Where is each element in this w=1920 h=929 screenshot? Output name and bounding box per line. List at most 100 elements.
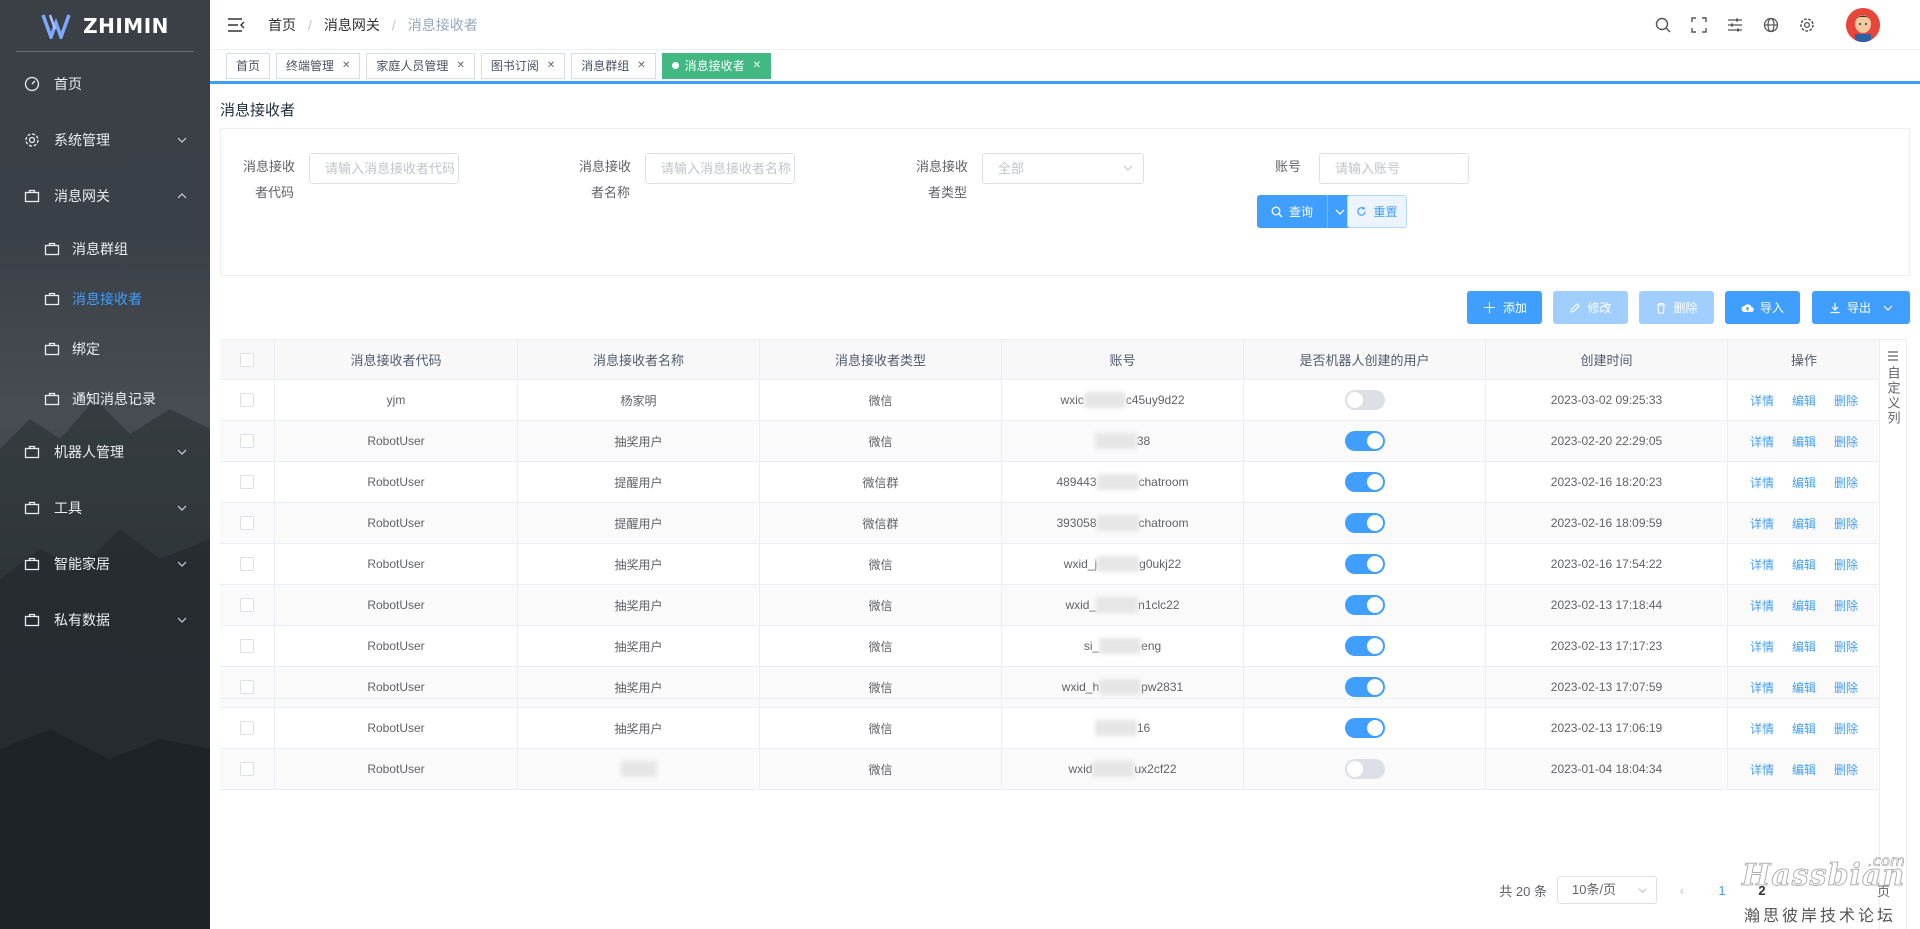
column-header[interactable]: 消息接收者类型 bbox=[760, 340, 1002, 379]
sidebar-subitem-message-group[interactable]: 消息群组 bbox=[0, 224, 210, 274]
close-icon[interactable]: ✕ bbox=[637, 60, 645, 71]
sidebar-item-smart-home[interactable]: 智能家居 bbox=[0, 536, 210, 592]
import-button[interactable]: 导入 bbox=[1725, 291, 1800, 324]
breadcrumb-item[interactable]: 消息网关 bbox=[324, 15, 380, 35]
table-row[interactable]: yjm 杨家明 微信 wxic c45uy9d22 2023-03-02 09:25… bbox=[220, 380, 1880, 421]
robot-user-switch[interactable] bbox=[1344, 513, 1385, 533]
tag-terminal-management[interactable]: 终端管理 ✕ bbox=[276, 52, 361, 79]
delete-link[interactable]: 删除 bbox=[1834, 474, 1858, 491]
add-button[interactable]: ＋ 添加 bbox=[1467, 291, 1542, 324]
delete-link[interactable]: 删除 bbox=[1834, 392, 1858, 409]
robot-user-switch[interactable] bbox=[1344, 718, 1385, 738]
search-icon[interactable] bbox=[1654, 16, 1672, 34]
table-row[interactable]: RobotUser 提醒用户 微信群 393058 chatroom 2023-02… bbox=[220, 503, 1880, 544]
row-checkbox[interactable] bbox=[240, 557, 254, 571]
column-header[interactable]: 消息接收者代码 bbox=[275, 340, 518, 379]
edit-link[interactable]: 编辑 bbox=[1792, 474, 1816, 491]
edit-link[interactable]: 编辑 bbox=[1792, 679, 1816, 696]
delete-link[interactable]: 删除 bbox=[1834, 761, 1858, 778]
close-icon[interactable]: ✕ bbox=[547, 60, 555, 71]
close-icon[interactable]: ✕ bbox=[342, 60, 350, 71]
sidebar-item-robot-management[interactable]: 机器人管理 bbox=[0, 424, 210, 480]
detail-link[interactable]: 详情 bbox=[1750, 679, 1774, 696]
edit-link[interactable]: 编辑 bbox=[1792, 638, 1816, 655]
edit-link[interactable]: 编辑 bbox=[1792, 720, 1816, 737]
row-checkbox[interactable] bbox=[240, 598, 254, 612]
table-row[interactable]: RobotUser 微信 wxid ux2cf22 2023-01-04 18:0… bbox=[220, 749, 1880, 790]
sidebar-subitem-binding[interactable]: 绑定 bbox=[0, 324, 210, 374]
robot-user-switch[interactable] bbox=[1344, 390, 1385, 410]
detail-link[interactable]: 详情 bbox=[1750, 474, 1774, 491]
detail-link[interactable]: 详情 bbox=[1750, 761, 1774, 778]
type-select[interactable]: 全部 bbox=[982, 153, 1144, 184]
sidebar-subitem-message-receiver[interactable]: 消息接收者 bbox=[0, 274, 210, 324]
tag-family-management[interactable]: 家庭人员管理 ✕ bbox=[366, 52, 475, 79]
detail-link[interactable]: 详情 bbox=[1750, 433, 1774, 450]
close-icon[interactable]: ✕ bbox=[456, 60, 464, 71]
avatar[interactable] bbox=[1846, 8, 1880, 42]
page-size-select[interactable]: 10条/页 bbox=[1556, 876, 1657, 904]
delete-link[interactable]: 删除 bbox=[1834, 679, 1858, 696]
table-row[interactable]: RobotUser 抽奖用户 微信 38 2023-02-20 22:29:05 详… bbox=[220, 421, 1880, 462]
tag-message-group[interactable]: 消息群组 ✕ bbox=[571, 52, 656, 79]
edit-link[interactable]: 编辑 bbox=[1792, 556, 1816, 573]
edit-link[interactable]: 编辑 bbox=[1792, 761, 1816, 778]
detail-link[interactable]: 详情 bbox=[1750, 556, 1774, 573]
row-checkbox[interactable] bbox=[240, 639, 254, 653]
row-checkbox[interactable] bbox=[240, 393, 254, 407]
tag-home[interactable]: 首页 bbox=[226, 52, 271, 79]
table-row[interactable]: RobotUser 抽奖用户 微信 si_ eng 2023-02-13 17:17… bbox=[220, 626, 1880, 667]
edit-button[interactable]: 修改 bbox=[1553, 291, 1628, 324]
column-header[interactable]: 账号 bbox=[1002, 340, 1244, 379]
name-input[interactable]: 请输入消息接收者名称 bbox=[645, 153, 795, 184]
reset-button[interactable]: 重置 bbox=[1347, 195, 1407, 228]
edit-link[interactable]: 编辑 bbox=[1792, 433, 1816, 450]
table-row[interactable]: RobotUser 抽奖用户 微信 wxid_h pw2831 2023-02-13… bbox=[220, 667, 1880, 708]
robot-user-switch[interactable] bbox=[1344, 472, 1385, 492]
table-row[interactable]: RobotUser 抽奖用户 微信 16 2023-02-13 17:06:19 详… bbox=[220, 708, 1880, 749]
export-button[interactable]: 导出 bbox=[1812, 291, 1910, 324]
prev-page-icon[interactable]: ‹ bbox=[1667, 883, 1697, 898]
page-number[interactable]: 1 bbox=[1707, 883, 1737, 898]
code-input[interactable]: 请输入消息接收者代码 bbox=[309, 153, 459, 184]
column-header[interactable]: 创建时间 bbox=[1486, 340, 1728, 379]
account-input[interactable]: 请输入账号 bbox=[1319, 153, 1469, 184]
robot-user-switch[interactable] bbox=[1344, 636, 1385, 656]
breadcrumb-item[interactable]: 首页 bbox=[268, 15, 296, 35]
detail-link[interactable]: 详情 bbox=[1750, 515, 1774, 532]
close-icon[interactable]: ✕ bbox=[753, 60, 761, 71]
fullscreen-icon[interactable] bbox=[1690, 16, 1708, 34]
row-checkbox[interactable] bbox=[240, 516, 254, 530]
detail-link[interactable]: 详情 bbox=[1750, 638, 1774, 655]
table-row[interactable]: RobotUser 抽奖用户 微信 wxid_j g0ukj22 2023-02-1… bbox=[220, 544, 1880, 585]
row-checkbox[interactable] bbox=[240, 680, 254, 694]
row-checkbox[interactable] bbox=[240, 762, 254, 776]
globe-icon[interactable] bbox=[1762, 16, 1780, 34]
sidebar-item-system[interactable]: 系统管理 bbox=[0, 112, 210, 168]
tag-book-subscription[interactable]: 图书订阅 ✕ bbox=[480, 52, 566, 79]
robot-user-switch[interactable] bbox=[1344, 595, 1385, 615]
row-checkbox[interactable] bbox=[240, 475, 254, 489]
detail-link[interactable]: 详情 bbox=[1750, 720, 1774, 737]
sidebar-item-private-data[interactable]: 私有数据 bbox=[0, 592, 210, 648]
robot-user-switch[interactable] bbox=[1344, 759, 1385, 779]
query-button[interactable]: 查询 bbox=[1257, 195, 1327, 228]
delete-link[interactable]: 删除 bbox=[1834, 638, 1858, 655]
delete-link[interactable]: 删除 bbox=[1834, 556, 1858, 573]
detail-link[interactable]: 详情 bbox=[1750, 392, 1774, 409]
row-checkbox[interactable] bbox=[240, 434, 254, 448]
table-row[interactable]: RobotUser 抽奖用户 微信 wxid_ n1clc22 2023-02-13… bbox=[220, 585, 1880, 626]
detail-link[interactable]: 详情 bbox=[1750, 597, 1774, 614]
custom-columns-toggle[interactable]: 自定义列 bbox=[1879, 339, 1907, 929]
delete-link[interactable]: 删除 bbox=[1834, 433, 1858, 450]
sidebar-item-home[interactable]: 首页 bbox=[0, 56, 210, 112]
delete-link[interactable]: 删除 bbox=[1834, 720, 1858, 737]
row-checkbox[interactable] bbox=[240, 721, 254, 735]
delete-link[interactable]: 删除 bbox=[1834, 597, 1858, 614]
column-header[interactable]: 是否机器人创建的用户 bbox=[1244, 340, 1486, 379]
sidebar-item-message-gateway[interactable]: 消息网关 bbox=[0, 168, 210, 224]
sidebar-item-tools[interactable]: 工具 bbox=[0, 480, 210, 536]
edit-link[interactable]: 编辑 bbox=[1792, 515, 1816, 532]
robot-user-switch[interactable] bbox=[1344, 554, 1385, 574]
select-all-checkbox[interactable] bbox=[240, 352, 254, 367]
